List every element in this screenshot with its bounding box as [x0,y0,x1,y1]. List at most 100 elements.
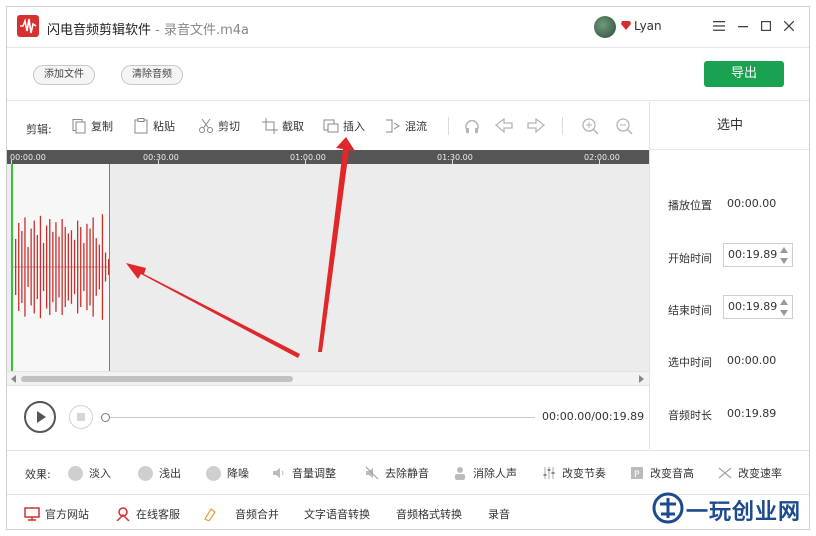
playback-time: 00:00.00/00:19.89 [542,410,645,423]
stop-button[interactable] [69,405,93,429]
mix-label: 混流 [405,120,427,133]
spin-up-icon[interactable] [779,298,789,306]
watermark-logo-icon [652,492,684,524]
play-position-label: 播放位置 [668,199,712,212]
paste-button[interactable]: 粘贴 [133,115,175,137]
toolbar-divider [562,117,563,135]
close-icon[interactable] [780,17,798,35]
mix-icon [386,119,400,133]
format-convert-link[interactable]: 音频格式转换 [396,506,462,522]
website-link[interactable]: 官方网站 [24,506,89,522]
top-toolbar: 添加文件 清除音频 导出 [7,47,809,101]
file-name: 录音文件.m4a [163,23,250,38]
stop-icon [77,413,85,421]
add-file-button[interactable]: 添加文件 [33,65,95,85]
end-time-value: 00:19.89 [728,300,778,313]
playhead-cursor[interactable] [109,164,110,371]
menu-icon[interactable] [710,17,728,35]
change-pitch-button[interactable]: P 改变音高 [630,463,694,483]
copy-icon [72,119,86,134]
play-button[interactable] [24,401,56,433]
crop-button[interactable]: 截取 [262,115,304,137]
volume-button[interactable]: 音量调整 [272,463,336,483]
mute-icon [365,466,379,480]
timeline-tick-label: 00:30.00 [143,153,179,162]
redo-icon[interactable] [526,116,546,136]
fade-out-button[interactable]: 浅出 [138,463,181,483]
clear-audio-button[interactable]: 清除音频 [121,65,183,85]
watermark: 一玩创业网 [652,490,812,530]
duration-label: 音频时长 [668,409,712,422]
scroll-right-icon[interactable] [639,375,645,383]
timeline-ruler[interactable]: 00:00.00 00:30.00 01:00.00 01:30.00 02:0… [7,150,649,164]
watermark-text: 一玩创业网 [686,499,802,525]
play-icon [37,411,46,423]
effects-bar: 效果: 淡入 浅出 降噪 音量调整 去除静音 消除人声 改变节奏 P 改变音高 改… [7,450,809,494]
scroll-left-icon[interactable] [11,375,17,383]
timeline-tick-label: 00:00.00 [10,153,46,162]
insert-icon [323,119,339,133]
export-button[interactable]: 导出 [704,61,784,87]
mix-button[interactable]: 混流 [385,115,427,137]
volume-label: 音量调整 [292,467,336,480]
fade-in-button[interactable]: 淡入 [68,463,111,483]
toolbar-divider [448,117,449,135]
merge-link[interactable]: 音频合并 [202,506,279,522]
support-link[interactable]: 在线客服 [115,506,180,522]
undo-icon[interactable] [494,116,514,136]
remove-silence-label: 去除静音 [385,467,429,480]
end-time-field[interactable]: 00:19.89 [723,295,793,319]
timeline-tick-label: 02:00.00 [584,153,620,162]
copy-button[interactable]: 复制 [71,115,113,137]
start-time-label: 开始时间 [668,252,712,265]
change-speed-label: 改变速率 [738,467,782,480]
remove-vocals-button[interactable]: 消除人声 [453,463,517,483]
avatar[interactable] [594,16,616,38]
spin-up-icon[interactable] [779,246,789,254]
panel-title: 选中 [650,102,809,150]
start-marker[interactable] [11,164,13,371]
minimize-icon[interactable] [734,17,752,35]
change-speed-button[interactable]: 改变速率 [718,463,782,483]
spin-down-icon[interactable] [779,257,789,265]
change-pitch-label: 改变音高 [650,467,694,480]
timeline-tick-label: 01:00.00 [290,153,326,162]
start-time-field[interactable]: 00:19.89 [723,243,793,267]
change-tempo-button[interactable]: 改变节奏 [542,463,606,483]
title-bar: 闪电音频剪辑软件 - 录音文件.m4a Lyan [7,7,809,47]
zoom-out-icon[interactable] [614,116,634,136]
cut-button[interactable]: 剪切 [198,115,240,137]
merge-label: 音频合并 [235,508,279,521]
waveform-area[interactable] [7,164,649,371]
svg-text:P: P [634,470,640,480]
cut-label: 剪切 [218,120,240,133]
spin-down-icon[interactable] [779,309,789,317]
waveform [12,214,110,320]
denoise-button[interactable]: 降噪 [206,463,249,483]
title-separator: - [151,23,164,38]
tts-link[interactable]: 文字语音转换 [304,506,370,522]
loop-icon[interactable] [462,116,482,136]
horizontal-scrollbar[interactable] [7,371,649,385]
selected-time-value: 00:00.00 [727,354,777,367]
window-title: 闪电音频剪辑软件 - 录音文件.m4a [47,19,249,38]
duration-value: 00:19.89 [727,407,777,420]
crop-icon [262,118,278,134]
copy-label: 复制 [91,120,113,133]
record-link[interactable]: 录音 [488,506,510,522]
zoom-in-icon[interactable] [580,116,600,136]
insert-button[interactable]: 插入 [323,115,365,137]
denoise-label: 降噪 [227,467,249,480]
playback-progress-track[interactable] [103,417,535,418]
maximize-icon[interactable] [757,17,775,35]
pitch-icon: P [631,467,643,480]
user-name[interactable]: Lyan [634,19,662,33]
remove-vocals-label: 消除人声 [473,467,517,480]
remove-silence-button[interactable]: 去除静音 [365,463,429,483]
playback-progress-knob[interactable] [101,413,110,422]
crop-label: 截取 [282,120,304,133]
scissors-icon [199,118,213,133]
insert-label: 插入 [343,120,365,133]
end-time-label: 结束时间 [668,304,712,317]
scrollbar-thumb[interactable] [21,376,293,382]
